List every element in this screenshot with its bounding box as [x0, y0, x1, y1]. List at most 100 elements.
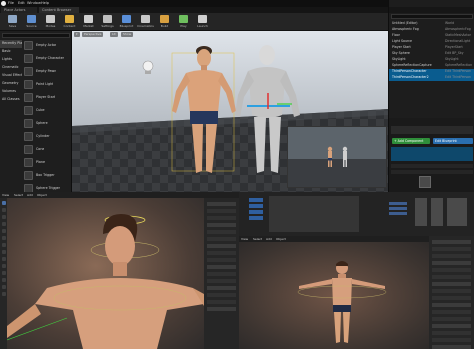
- bl1-menu-add[interactable]: Add: [27, 193, 33, 197]
- bl2-menu-object[interactable]: Object: [276, 237, 286, 241]
- menu-file[interactable]: File: [8, 1, 14, 5]
- property-row[interactable]: [432, 282, 471, 286]
- placeable-item[interactable]: Player Start: [23, 92, 71, 104]
- property-row[interactable]: [432, 303, 471, 307]
- blender-1-viewport[interactable]: [7, 198, 204, 349]
- bl1-menu-select[interactable]: Select: [14, 193, 23, 197]
- bl1-menu-object[interactable]: Object: [37, 193, 47, 197]
- bl2-menu-select[interactable]: Select: [253, 237, 262, 241]
- property-row[interactable]: [432, 240, 471, 244]
- blender-2-viewport[interactable]: [239, 242, 429, 349]
- category-item[interactable]: Geometry: [0, 80, 22, 88]
- mesh-thumbnail[interactable]: [419, 176, 431, 188]
- property-row[interactable]: [207, 216, 236, 220]
- placeable-item[interactable]: Sphere: [23, 118, 71, 130]
- placeable-item[interactable]: Cone: [23, 144, 71, 156]
- placeable-item[interactable]: Plane: [23, 157, 71, 169]
- property-row[interactable]: [207, 230, 236, 234]
- property-row[interactable]: [432, 289, 471, 293]
- property-row[interactable]: [432, 310, 471, 314]
- toolbar-button-3[interactable]: Content: [61, 14, 78, 30]
- tool-icon[interactable]: [1, 222, 6, 226]
- bl2-menu-view[interactable]: View: [241, 237, 248, 241]
- placeable-item[interactable]: Box Trigger: [23, 170, 71, 182]
- property-row[interactable]: [432, 261, 471, 265]
- toolbar-button-1[interactable]: Source: [23, 14, 40, 30]
- toolbar-button-9[interactable]: Play: [175, 14, 192, 30]
- property-row[interactable]: [207, 272, 236, 276]
- outliner-search-input[interactable]: [391, 14, 473, 19]
- outliner-row[interactable]: ThirdPersonCharacter2 Edit ThirdPerson: [389, 75, 474, 81]
- property-row[interactable]: [207, 258, 236, 262]
- tool-icon[interactable]: [1, 257, 6, 261]
- property-row[interactable]: [432, 254, 471, 258]
- property-row[interactable]: [432, 268, 471, 272]
- property-row[interactable]: [432, 317, 471, 321]
- category-item[interactable]: Lights: [0, 56, 22, 64]
- toolbar-button-4[interactable]: Market: [80, 14, 97, 30]
- property-row[interactable]: [207, 286, 236, 290]
- placeable-item[interactable]: Empty Pawn: [23, 66, 71, 78]
- tool-icon[interactable]: [1, 271, 6, 275]
- property-row[interactable]: [207, 209, 236, 213]
- toolbar-button-8[interactable]: Build: [156, 14, 173, 30]
- perspective-button[interactable]: Perspective: [82, 32, 104, 37]
- property-row[interactable]: [207, 307, 236, 311]
- preview-window[interactable]: [287, 126, 387, 188]
- category-item[interactable]: Cinematic: [0, 64, 22, 72]
- tool-icon[interactable]: [1, 243, 6, 247]
- property-row[interactable]: [432, 338, 471, 342]
- tool-icon[interactable]: [1, 250, 6, 254]
- toolbar-button-2[interactable]: Modes: [42, 14, 59, 30]
- edit-blueprint-button[interactable]: Edit Blueprint: [433, 138, 473, 144]
- property-row[interactable]: [207, 202, 236, 206]
- toolbar-button-7[interactable]: Cinematics: [137, 14, 154, 30]
- property-row[interactable]: [207, 293, 236, 297]
- category-item[interactable]: Visual Effects: [0, 72, 22, 80]
- tool-icon[interactable]: [1, 285, 6, 289]
- property-row[interactable]: [432, 324, 471, 328]
- property-row[interactable]: [207, 223, 236, 227]
- placeable-item[interactable]: Cylinder: [23, 131, 71, 143]
- blender-2-graph-area[interactable]: [239, 192, 474, 236]
- toolbar-button-10[interactable]: Launch: [194, 14, 211, 30]
- placeable-item[interactable]: Cube: [23, 105, 71, 117]
- category-item[interactable]: Recently Placed: [0, 40, 22, 48]
- actor-name-field[interactable]: [391, 126, 473, 134]
- property-row[interactable]: [432, 331, 471, 335]
- bl1-menu-view[interactable]: View: [2, 193, 9, 197]
- tool-icon[interactable]: [1, 292, 6, 296]
- menu-window[interactable]: Window: [27, 1, 41, 5]
- tool-icon[interactable]: [1, 201, 6, 205]
- property-row[interactable]: [207, 265, 236, 269]
- tool-icon[interactable]: [1, 264, 6, 268]
- property-row[interactable]: [207, 244, 236, 248]
- toolbar-button-0[interactable]: Save: [4, 14, 21, 30]
- tool-icon[interactable]: [1, 229, 6, 233]
- placeable-item[interactable]: Empty Character: [23, 53, 71, 65]
- category-item[interactable]: All Classes: [0, 96, 22, 104]
- bl2-menu-add[interactable]: Add: [266, 237, 272, 241]
- property-row[interactable]: [432, 296, 471, 300]
- show-button[interactable]: Show: [121, 32, 134, 37]
- property-row[interactable]: [432, 275, 471, 279]
- property-row[interactable]: [207, 237, 236, 241]
- placeable-item[interactable]: Point Light: [23, 79, 71, 91]
- toolbar-button-6[interactable]: Blueprint: [118, 14, 135, 30]
- tool-icon[interactable]: [1, 215, 6, 219]
- property-row[interactable]: [207, 251, 236, 255]
- menu-help[interactable]: Help: [41, 1, 49, 5]
- menu-edit[interactable]: Edit: [18, 1, 25, 5]
- tool-icon[interactable]: [1, 208, 6, 212]
- tool-icon[interactable]: [1, 278, 6, 282]
- placeable-item[interactable]: Empty Actor: [23, 40, 71, 52]
- component-list[interactable]: [391, 147, 473, 161]
- property-row[interactable]: [432, 247, 471, 251]
- category-item[interactable]: Basic: [0, 48, 22, 56]
- lit-button[interactable]: Lit: [110, 32, 118, 37]
- place-actors-search-input[interactable]: [2, 33, 70, 38]
- property-row[interactable]: [207, 279, 236, 283]
- add-component-button[interactable]: + Add Component: [392, 138, 430, 144]
- category-item[interactable]: Volumes: [0, 88, 22, 96]
- tool-icon[interactable]: [1, 236, 6, 240]
